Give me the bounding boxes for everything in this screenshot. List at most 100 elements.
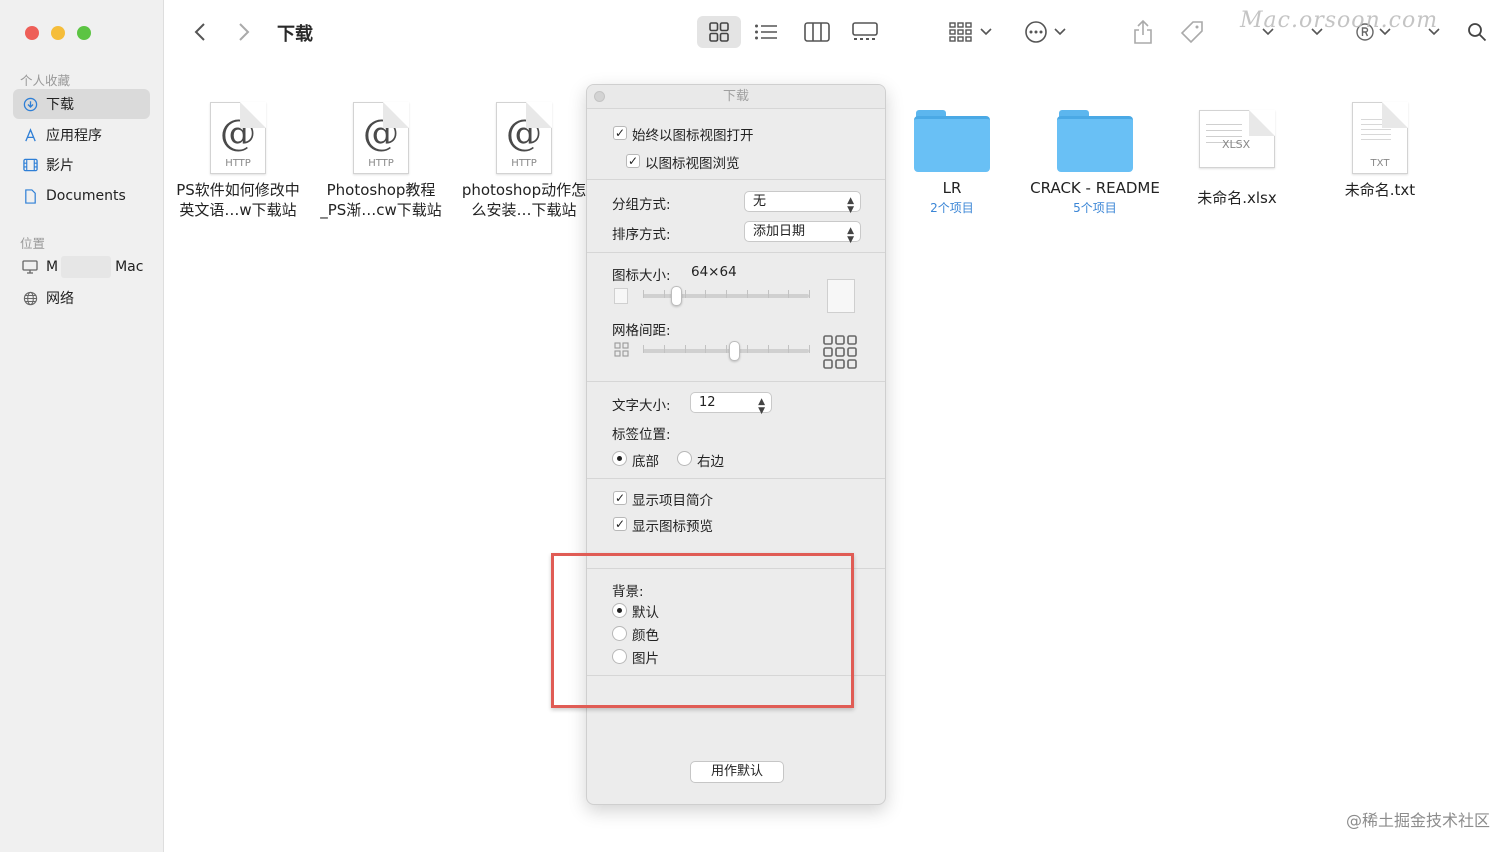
close-window-button[interactable] bbox=[25, 26, 39, 40]
sidebar: 个人收藏 下载 应用程序 影片 Documents 位置 M Mac 网络 bbox=[0, 0, 164, 852]
file-name: PS软件如何修改中 英文语…w下载站 bbox=[176, 181, 300, 219]
sidebar-item-network[interactable]: 网络 bbox=[13, 283, 150, 313]
grid-icon bbox=[709, 22, 729, 42]
large-grid-icon bbox=[823, 335, 857, 373]
file-name: Photoshop教程 _PS渐…cw下载站 bbox=[320, 181, 442, 219]
gallery-view-button[interactable] bbox=[850, 20, 880, 44]
sort-by-label: 排序方式: bbox=[612, 227, 671, 243]
gallery-icon bbox=[852, 22, 878, 40]
tag-icon bbox=[1180, 21, 1203, 44]
sidebar-item-mac[interactable]: M Mac bbox=[13, 252, 150, 282]
label-position-right-label: 右边 bbox=[697, 454, 724, 470]
slider-tick bbox=[643, 345, 644, 353]
file-type-label: HTTP bbox=[511, 158, 537, 169]
always-open-icon-view-checkbox[interactable]: ✓ bbox=[613, 126, 627, 140]
group-button[interactable] bbox=[945, 20, 995, 44]
file-name: 未命名.txt bbox=[1344, 181, 1416, 199]
sidebar-item-label: 影片 bbox=[46, 158, 74, 174]
slider-tick bbox=[768, 290, 769, 298]
icon-view-button[interactable] bbox=[706, 20, 732, 44]
forward-button[interactable] bbox=[234, 20, 254, 44]
show-icon-preview-label: 显示图标预览 bbox=[632, 519, 713, 535]
share-button[interactable] bbox=[1130, 18, 1156, 46]
sidebar-item-downloads[interactable]: 下载 bbox=[13, 89, 150, 119]
file-type-label: TXT bbox=[1370, 158, 1390, 169]
http-file-icon: @ HTTP bbox=[353, 102, 409, 174]
xlsx-file-icon: XLSX bbox=[1199, 110, 1275, 168]
chevron-right-icon bbox=[239, 23, 250, 41]
chevron-down-icon bbox=[1054, 28, 1066, 36]
favorites-section-title: 个人收藏 bbox=[20, 73, 71, 88]
sort-by-value: 添加日期 bbox=[753, 224, 806, 239]
file-item[interactable]: @ HTTP photoshop动作怎 么安装…下载站 bbox=[453, 102, 595, 220]
slider-tick bbox=[788, 345, 789, 353]
browse-icon-view-label: 以图标视图浏览 bbox=[645, 156, 740, 172]
folder-item[interactable]: LR 2个项目 bbox=[881, 102, 1023, 216]
applications-icon bbox=[22, 127, 38, 143]
up-down-arrows-icon: ▲ ▼ bbox=[758, 397, 765, 416]
file-type-label: XLSX bbox=[1222, 138, 1251, 151]
label-position-bottom-radio[interactable] bbox=[612, 451, 627, 466]
file-item[interactable]: @ HTTP Photoshop教程 _PS渐…cw下载站 bbox=[310, 102, 452, 220]
text-size-label: 文字大小: bbox=[612, 398, 671, 414]
sidebar-item-documents[interactable]: Documents bbox=[13, 181, 150, 211]
slider-tick bbox=[643, 290, 644, 298]
back-button[interactable] bbox=[190, 20, 210, 44]
icon-size-slider-knob[interactable] bbox=[671, 286, 682, 306]
action-menu-button[interactable] bbox=[1020, 20, 1070, 44]
minimize-window-button[interactable] bbox=[51, 26, 65, 40]
locations-section-title: 位置 bbox=[20, 236, 46, 251]
chevron-down-icon bbox=[980, 28, 992, 36]
sidebar-item-label: 网络 bbox=[46, 291, 74, 307]
zoom-window-button[interactable] bbox=[77, 26, 91, 40]
always-open-icon-view-label: 始终以图标视图打开 bbox=[632, 128, 754, 144]
panel-titlebar: 下载 bbox=[587, 85, 885, 109]
label-position-right-radio[interactable] bbox=[677, 451, 692, 466]
sidebar-item-label: 下载 bbox=[46, 97, 74, 113]
browse-icon-view-checkbox[interactable]: ✓ bbox=[626, 154, 640, 168]
slider-tick bbox=[685, 290, 686, 298]
text-size-select[interactable]: 12 ▲ ▼ bbox=[690, 392, 772, 416]
folder-item[interactable]: CRACK - README 5个项目 bbox=[1024, 102, 1166, 216]
sidebar-item-movies[interactable]: 影片 bbox=[13, 150, 150, 180]
redacted-name-blur bbox=[61, 256, 112, 278]
watermark-top: Mac.orsoon.com bbox=[1240, 8, 1439, 33]
sidebar-item-applications[interactable]: 应用程序 bbox=[13, 120, 150, 150]
file-item[interactable]: @ HTTP PS软件如何修改中 英文语…w下载站 bbox=[167, 102, 309, 220]
show-icon-preview-checkbox[interactable]: ✓ bbox=[613, 517, 627, 531]
chevron-left-icon bbox=[194, 23, 205, 41]
show-item-info-checkbox[interactable]: ✓ bbox=[613, 491, 627, 505]
finder-window: 个人收藏 下载 应用程序 影片 Documents 位置 M Mac 网络 下载… bbox=[0, 0, 1512, 852]
column-view-button[interactable] bbox=[803, 20, 831, 44]
slider-tick bbox=[726, 290, 727, 298]
sidebar-item-label: 应用程序 bbox=[46, 128, 102, 144]
show-item-info-label: 显示项目简介 bbox=[632, 493, 713, 509]
group-by-select[interactable]: 无 ▲ ▼ bbox=[744, 191, 861, 215]
list-view-button[interactable] bbox=[752, 20, 780, 44]
watermark-bottom: @稀土掘金技术社区 bbox=[1345, 811, 1490, 830]
search-button[interactable] bbox=[1465, 20, 1489, 44]
sort-by-select[interactable]: 添加日期 ▲ ▼ bbox=[744, 221, 861, 245]
label-position-label: 标签位置: bbox=[612, 427, 671, 443]
use-as-default-button[interactable]: 用作默认 bbox=[690, 761, 784, 783]
file-item[interactable]: TXT 未命名.txt bbox=[1309, 102, 1451, 200]
panel-close-button[interactable] bbox=[594, 91, 605, 102]
file-name: photoshop动作怎 么安装…下载站 bbox=[461, 181, 587, 219]
grid-spacing-slider-knob[interactable] bbox=[729, 341, 740, 361]
tag-button[interactable] bbox=[1178, 18, 1206, 46]
group-by-label: 分组方式: bbox=[612, 197, 671, 213]
file-name: 未命名.xlsx bbox=[1197, 189, 1277, 207]
folder-name: CRACK - README bbox=[1030, 179, 1160, 197]
at-sign-icon: @ bbox=[506, 113, 542, 154]
http-file-icon: @ HTTP bbox=[496, 102, 552, 174]
slider-tick bbox=[685, 345, 686, 353]
document-icon bbox=[22, 188, 38, 204]
file-type-label: HTTP bbox=[368, 158, 394, 169]
folder-item-count: 5个项目 bbox=[1073, 201, 1117, 215]
globe-icon bbox=[22, 290, 38, 306]
window-title: 下载 bbox=[277, 24, 313, 45]
ellipsis-circle-icon bbox=[1025, 21, 1047, 43]
search-icon bbox=[1468, 23, 1487, 42]
folder-icon bbox=[1057, 110, 1133, 172]
file-item[interactable]: XLSX 未命名.xlsx bbox=[1166, 102, 1308, 208]
